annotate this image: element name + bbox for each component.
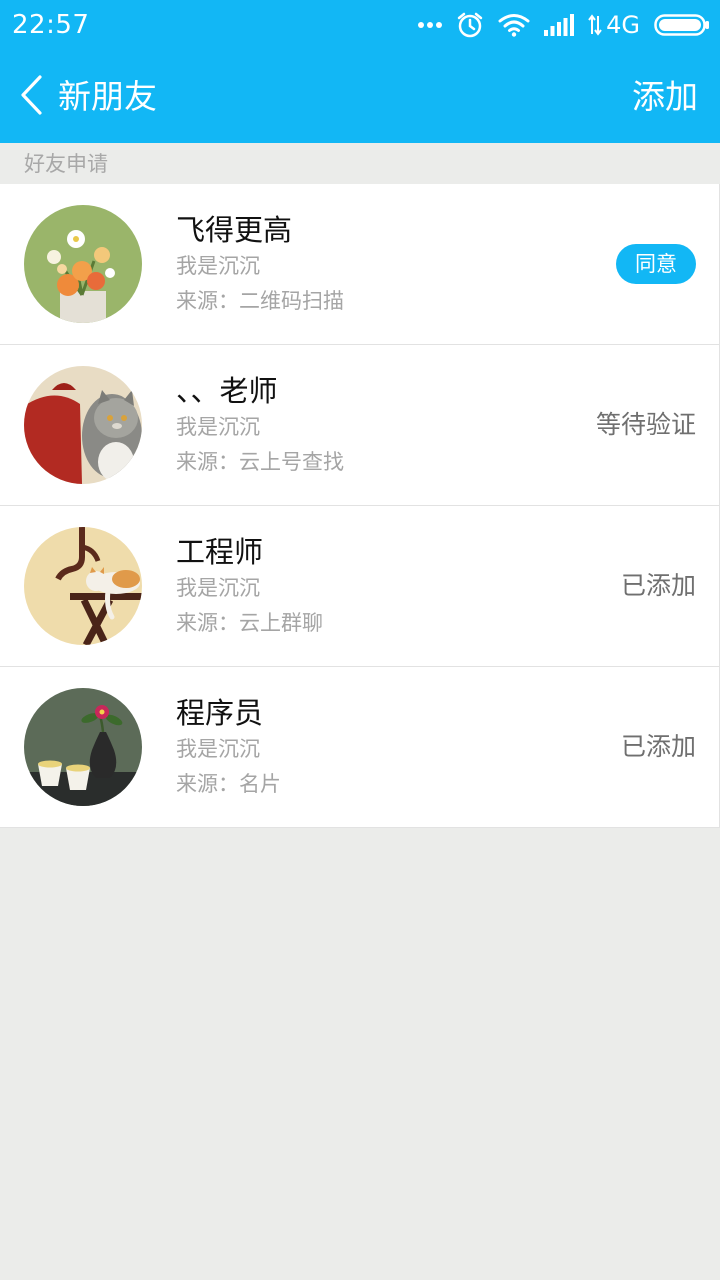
request-source: 来源：名片 (176, 772, 281, 796)
avatar (24, 366, 142, 484)
request-status: 已添加 (620, 571, 696, 600)
friend-request-list: 飞得更高 我是沉沉 来源：二维码扫描 同意 、、老师 我是沉沉 来源：云上号查找… (0, 184, 720, 828)
more-dots-icon (418, 21, 443, 29)
alarm-icon (456, 11, 484, 39)
avatar (24, 688, 142, 806)
request-message: 我是沉沉 (176, 737, 260, 761)
accept-button[interactable]: 同意 (616, 244, 696, 284)
section-label: 好友申请 (24, 152, 108, 176)
signal-icon (544, 14, 575, 36)
app-bar: 22:57 4G 新朋友 添加 (0, 0, 720, 143)
new-friends-screen: 22:57 4G 新朋友 添加 好友申请 飞得更高 我是沉沉 来源：二维码扫描 … (0, 0, 720, 1280)
back-button[interactable]: 新朋友 (18, 72, 157, 122)
add-friend-button[interactable]: 添加 (632, 72, 698, 122)
request-name: 程序员 (176, 696, 264, 730)
list-item[interactable]: 程序员 我是沉沉 来源：名片 已添加 (0, 667, 720, 828)
avatar (24, 527, 142, 645)
status-icons: 4G (418, 8, 710, 42)
request-status: 已添加 (620, 732, 696, 761)
status-bar: 22:57 4G (0, 0, 720, 50)
request-message: 我是沉沉 (176, 576, 260, 600)
header: 新朋友 添加 (0, 50, 720, 143)
list-item[interactable]: 、、老师 我是沉沉 来源：云上号查找 等待验证 (0, 345, 720, 506)
network-indicator: 4G (588, 8, 640, 42)
battery-icon (654, 14, 710, 36)
request-message: 我是沉沉 (176, 254, 260, 278)
request-source: 来源：二维码扫描 (176, 289, 344, 313)
list-item[interactable]: 工程师 我是沉沉 来源：云上群聊 已添加 (0, 506, 720, 667)
avatar (24, 205, 142, 323)
request-name: 工程师 (176, 535, 264, 569)
request-source: 来源：云上号查找 (176, 450, 344, 474)
request-source: 来源：云上群聊 (176, 611, 323, 635)
network-type: 4G (606, 11, 640, 39)
wifi-icon (498, 13, 530, 37)
page-title: 新朋友 (58, 77, 157, 116)
status-time: 22:57 (12, 10, 90, 40)
request-name: 飞得更高 (176, 213, 293, 247)
data-arrows-icon (588, 14, 602, 36)
request-status: 等待验证 (595, 410, 696, 439)
chevron-left-icon (18, 74, 44, 120)
request-name: 、、老师 (176, 374, 278, 408)
list-item[interactable]: 飞得更高 我是沉沉 来源：二维码扫描 同意 (0, 184, 720, 345)
request-message: 我是沉沉 (176, 415, 260, 439)
